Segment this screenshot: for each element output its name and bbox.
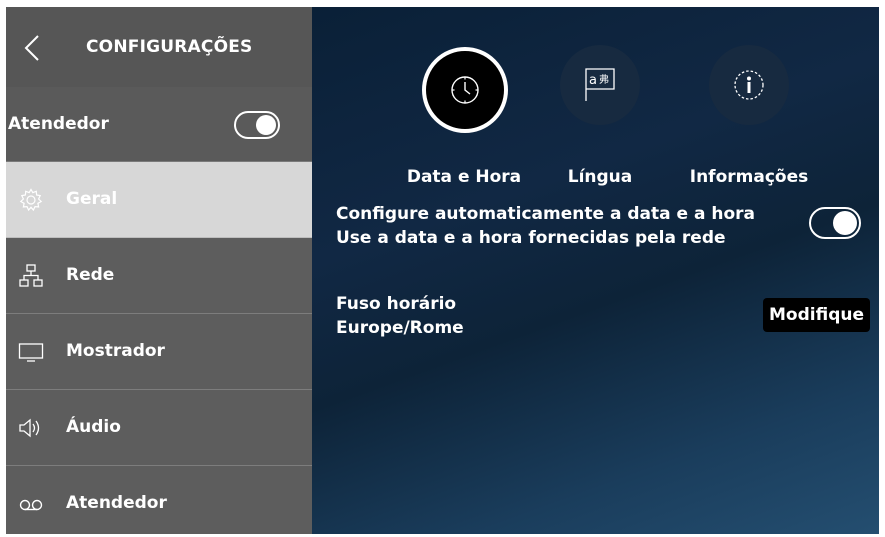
- tab-label: Língua: [567, 167, 633, 187]
- sidebar-item-audio[interactable]: Áudio: [6, 390, 312, 466]
- answering-machine-label: Atendedor: [8, 114, 109, 134]
- sidebar-item-rede[interactable]: Rede: [6, 238, 312, 314]
- back-arrow-icon[interactable]: [24, 34, 40, 62]
- speaker-icon: [19, 418, 40, 438]
- svg-text:a: a: [589, 73, 597, 88]
- modify-timezone-button[interactable]: Modifique: [763, 298, 870, 332]
- sidebar-item-label: Geral: [66, 189, 118, 209]
- screen: CONFIGURAÇÕES Atendedor Geral Rede Mostr…: [6, 7, 879, 534]
- toggle-knob: [256, 115, 276, 135]
- tab-data-e-hora[interactable]: Data e Hora: [407, 37, 521, 187]
- auto-datetime-description: Use a data e a hora fornecidas pela rede: [336, 228, 726, 248]
- tab-informacoes[interactable]: Informações: [690, 41, 817, 187]
- network-icon: [19, 264, 43, 287]
- clock-icon: [451, 76, 479, 104]
- tab-circle: [422, 47, 508, 133]
- auto-datetime-label: Configure automaticamente a data e a hor…: [336, 204, 755, 224]
- voicemail-icon: [19, 499, 43, 511]
- gear-icon: [19, 188, 43, 212]
- monitor-icon: [18, 343, 44, 362]
- sidebar-item-atendedor[interactable]: Atendedor: [6, 466, 312, 534]
- language-icon: a 弗: [585, 68, 615, 101]
- sidebar-item-label: Áudio: [66, 417, 121, 437]
- sidebar-item-label: Rede: [66, 265, 115, 285]
- sidebar-item-geral[interactable]: Geral: [6, 162, 312, 238]
- tab-lingua[interactable]: a 弗 Língua: [558, 41, 648, 187]
- timezone-value: Europe/Rome: [336, 318, 464, 338]
- answering-machine-toggle[interactable]: [234, 111, 280, 139]
- page-title: CONFIGURAÇÕES: [86, 37, 253, 57]
- tab-circle: a 弗: [560, 45, 640, 125]
- sidebar-item-label: Mostrador: [66, 341, 165, 361]
- tab-circle: [709, 45, 789, 125]
- sidebar: CONFIGURAÇÕES Atendedor Geral Rede Mostr…: [6, 7, 312, 534]
- tab-label: Data e Hora: [406, 167, 522, 187]
- auto-datetime-toggle[interactable]: [809, 207, 861, 239]
- toggle-knob: [833, 211, 857, 235]
- main-panel: Data e Hora a 弗 Língua Informações Confi…: [312, 7, 879, 534]
- svg-text:弗: 弗: [599, 73, 609, 86]
- sidebar-item-label: Atendedor: [66, 493, 167, 513]
- timezone-label: Fuso horário: [336, 294, 457, 314]
- sidebar-item-mostrador[interactable]: Mostrador: [6, 314, 312, 390]
- sidebar-header: CONFIGURAÇÕES: [6, 7, 312, 87]
- answering-machine-row: Atendedor: [6, 87, 312, 162]
- info-icon: [734, 70, 764, 100]
- tab-label: Informações: [689, 167, 809, 187]
